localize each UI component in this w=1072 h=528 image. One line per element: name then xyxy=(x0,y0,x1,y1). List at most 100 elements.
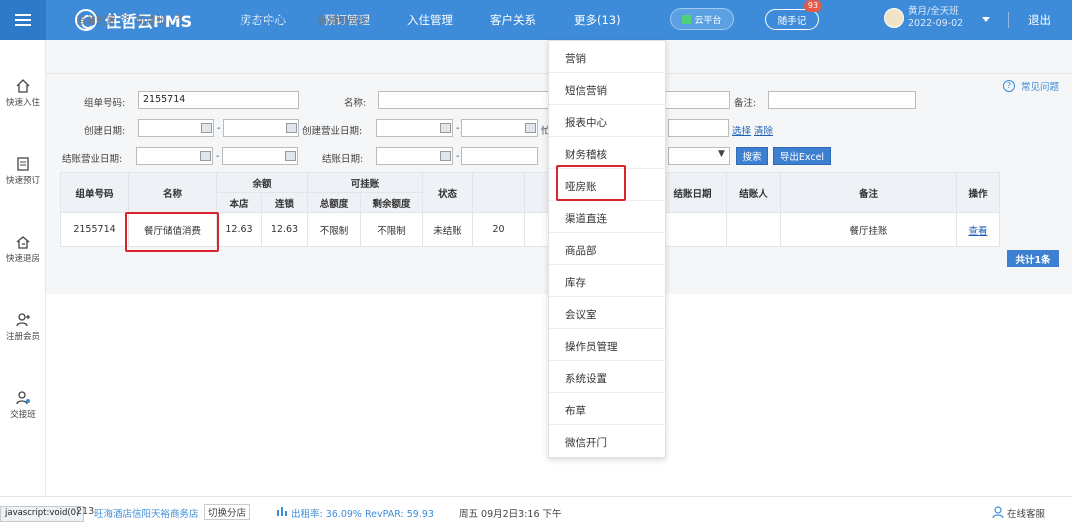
view-link[interactable]: 查看 xyxy=(968,226,987,237)
col-name: 名称 xyxy=(128,172,217,213)
menu-item-inventory[interactable]: 库存 xyxy=(549,265,667,297)
user-info[interactable]: 黄月/全天班 2022-09-02 xyxy=(908,6,963,30)
highlight-menu-dumb-room xyxy=(556,165,626,201)
calendar-icon[interactable] xyxy=(201,123,212,133)
menu-item-wechat-door[interactable]: 微信开门 xyxy=(549,425,667,457)
sidebar-item-quick-checkout[interactable]: 快速退房 xyxy=(0,234,46,264)
help-link[interactable]: ? 常见问题 xyxy=(1003,79,1059,93)
logout-button[interactable]: 退出 xyxy=(1028,12,1051,28)
tab-dumb-room-list[interactable]: 哑房账列表 xyxy=(236,12,286,27)
sidebar-item-handover[interactable]: 交接班 xyxy=(0,390,46,420)
note-input[interactable] xyxy=(768,91,916,109)
col-balance: 余额 xyxy=(216,172,308,193)
partial-input[interactable] xyxy=(668,119,729,137)
calendar-icon[interactable] xyxy=(525,123,536,133)
cloud-platform-button[interactable]: 云平台 xyxy=(670,8,734,30)
menu-item-channel-direct[interactable]: 渠道直连 xyxy=(549,201,667,233)
cell-remain-limit: 不限制 xyxy=(360,212,423,247)
sidebar-item-quick-reserve[interactable]: 快速预订 xyxy=(0,156,46,186)
note-label: 备注: xyxy=(734,98,757,109)
menu-item-linen[interactable]: 布草 xyxy=(549,393,667,425)
user-swap-icon xyxy=(16,391,30,405)
sidebar: 快速入住 快速预订 快速退房 注册会员 交接班 xyxy=(0,40,46,496)
menu-item-meeting-room[interactable]: 会议室 xyxy=(549,297,667,329)
house-exit-icon xyxy=(16,236,30,249)
menu-item-goods[interactable]: 商品部 xyxy=(549,233,667,265)
col-settle-date: 结账日期 xyxy=(658,172,727,213)
bar-chart-icon xyxy=(276,506,288,519)
sidebar-item-label: 快速入住 xyxy=(5,98,40,108)
calendar-icon[interactable] xyxy=(200,151,211,161)
name-label: 名称: xyxy=(344,98,367,109)
breadcrumb-separator: > xyxy=(174,12,183,23)
nav-customer[interactable]: 客户关系 xyxy=(490,12,536,28)
total-count-badge: 共计1条 xyxy=(1007,250,1059,267)
hotel-name: 旺海酒店信阳天裕商务店 xyxy=(94,509,199,520)
cell-store: 12.63 xyxy=(216,212,262,247)
note-count-badge: 93 xyxy=(804,0,822,12)
cloud-platform-label: 云平台 xyxy=(694,15,722,26)
breadcrumb-separator: > xyxy=(122,12,131,23)
calendar-icon[interactable] xyxy=(286,123,297,133)
highlight-name-cell xyxy=(125,212,219,252)
sidebar-item-quick-checkin[interactable]: 快速入住 xyxy=(0,78,46,108)
nav-more[interactable]: 更多(13) xyxy=(574,12,621,28)
link-preview-tooltip: javascript:void(0) xyxy=(0,506,85,522)
home-icon xyxy=(16,79,30,93)
tab-add-dumb-room[interactable]: 新增哑房账 xyxy=(318,12,368,27)
menu-toggle-button[interactable] xyxy=(0,0,46,40)
menu-item-marketing[interactable]: 营销 xyxy=(549,41,667,73)
chevron-down-icon[interactable]: ▼ xyxy=(718,149,725,159)
sidebar-item-label: 快速预订 xyxy=(5,176,40,186)
settle-date-end-input[interactable] xyxy=(461,147,538,165)
col-store: 本店 xyxy=(216,192,262,213)
sidebar-item-register-member[interactable]: 注册会员 xyxy=(0,312,46,342)
cell-settle-date xyxy=(658,212,727,247)
col-settler: 结账人 xyxy=(726,172,781,213)
calendar-icon[interactable] xyxy=(440,123,451,133)
order-no-input[interactable]: 2155714 xyxy=(138,91,299,109)
col-order-no: 组单号码 xyxy=(60,172,129,213)
cube-icon xyxy=(682,14,692,24)
calendar-icon[interactable] xyxy=(440,151,451,161)
cell-order-no: 2155714 xyxy=(60,212,129,247)
breadcrumb-page[interactable]: 哑房账 xyxy=(136,12,166,27)
help-label: 常见问题 xyxy=(1021,82,1060,93)
col-remain-limit: 剩余额度 xyxy=(360,192,423,213)
occupancy-stats: 出租率: 36.09% RevPAR: 59.93 xyxy=(291,509,434,520)
menu-item-report-center[interactable]: 报表中心 xyxy=(549,105,667,137)
divider xyxy=(1008,12,1009,28)
avatar[interactable] xyxy=(884,8,904,28)
quick-note-label: 随手记 xyxy=(777,15,807,27)
col-status: 状态 xyxy=(422,172,473,213)
chevron-down-icon[interactable] xyxy=(982,17,990,22)
menu-item-sms-marketing[interactable]: 短信营销 xyxy=(549,73,667,105)
switch-store-button[interactable]: 切换分店 xyxy=(204,504,251,520)
range-dash: - xyxy=(456,123,460,134)
search-button[interactable]: 搜索 xyxy=(736,147,768,165)
nav-checkin[interactable]: 入住管理 xyxy=(407,12,453,28)
datetime: 周五 09月2日3:16 下午 xyxy=(459,509,562,520)
select-link[interactable]: 选择 xyxy=(732,123,751,137)
sidebar-item-label: 交接班 xyxy=(10,410,36,420)
col-action: 操作 xyxy=(956,172,1000,213)
menu-item-system-settings[interactable]: 系统设置 xyxy=(549,361,667,393)
col-note: 备注 xyxy=(780,172,957,213)
cell-chain: 12.63 xyxy=(261,212,308,247)
export-excel-button[interactable]: 导出Excel xyxy=(773,147,831,165)
sidebar-item-label: 注册会员 xyxy=(5,332,40,342)
sidebar-item-label: 快速退房 xyxy=(5,254,40,264)
col-total-limit: 总额度 xyxy=(307,192,361,213)
headset-icon xyxy=(992,506,1004,521)
settle-date-label: 结账日期: xyxy=(322,154,364,165)
settle-biz-date-label: 结账营业日期: xyxy=(62,154,123,165)
clear-link[interactable]: 清除 xyxy=(754,123,773,137)
calendar-icon[interactable] xyxy=(285,151,296,161)
cell-settler xyxy=(726,212,781,247)
col-hidden xyxy=(472,172,525,213)
quick-note-button[interactable]: 随手记 xyxy=(765,9,819,30)
user-add-icon xyxy=(16,313,30,327)
breadcrumb-current: 当前位置 xyxy=(76,16,116,27)
online-service-link[interactable]: 在线客服 xyxy=(1007,506,1045,520)
menu-item-operator-mgmt[interactable]: 操作员管理 xyxy=(549,329,667,361)
